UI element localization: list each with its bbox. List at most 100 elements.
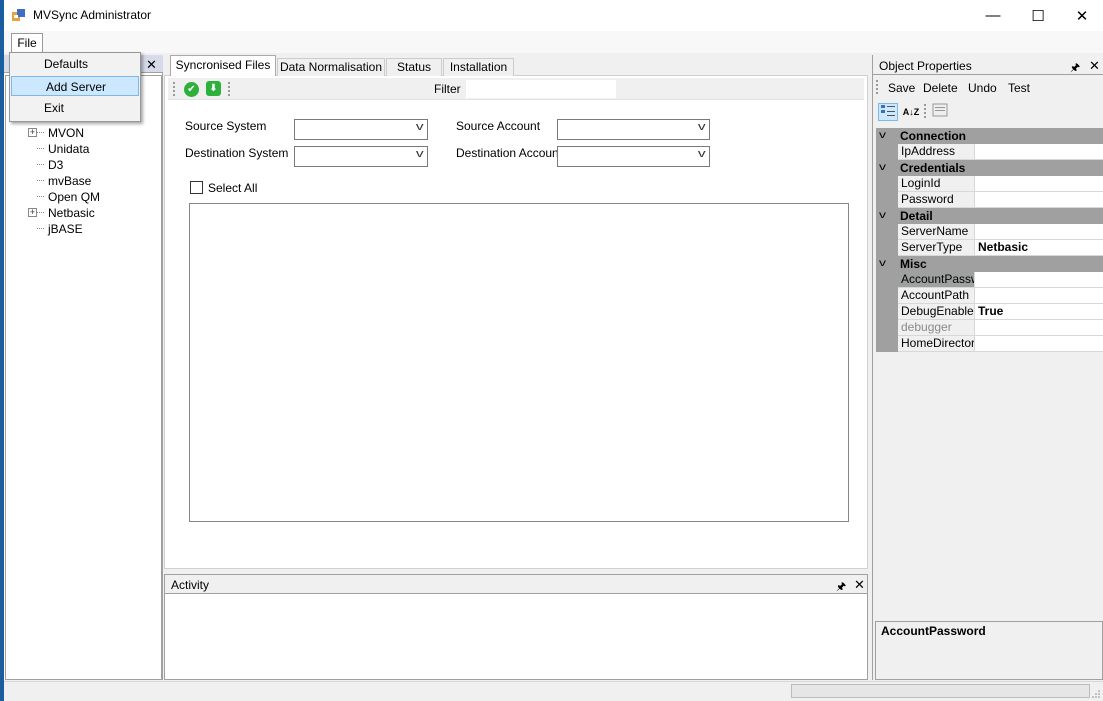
property-name[interactable]: Password xyxy=(898,192,975,208)
source-system-select[interactable]: v xyxy=(294,119,428,140)
property-description-title: AccountPassword xyxy=(881,624,986,638)
test-button[interactable]: Test xyxy=(1008,81,1030,95)
categorized-icon[interactable] xyxy=(878,103,898,121)
property-name[interactable]: HomeDirectory xyxy=(898,336,975,352)
pin-icon[interactable]: 🖈 xyxy=(836,578,846,597)
save-button[interactable]: Save xyxy=(888,81,915,95)
row-margin xyxy=(876,304,898,320)
destination-system-select[interactable]: v xyxy=(294,146,428,167)
property-value[interactable] xyxy=(975,336,1103,352)
property-name[interactable]: AccountPath xyxy=(898,288,975,304)
property-value[interactable] xyxy=(975,176,1103,192)
app-icon xyxy=(12,8,26,22)
tree-connector xyxy=(37,164,44,165)
minimize-button[interactable]: — xyxy=(970,0,1016,31)
destination-account-select[interactable]: v xyxy=(557,146,710,167)
chevron-down-icon[interactable]: v xyxy=(879,258,886,269)
row-margin xyxy=(876,144,898,160)
source-system-label: Source System xyxy=(185,119,267,133)
property-value[interactable] xyxy=(975,288,1103,304)
server-tree-close-icon[interactable]: ✕ xyxy=(146,57,157,73)
menu-bar xyxy=(4,31,1103,53)
files-list[interactable] xyxy=(189,203,849,522)
row-margin xyxy=(876,320,898,336)
filter-input[interactable] xyxy=(466,80,616,98)
tab-syncronised-files[interactable]: Syncronised Files xyxy=(170,55,276,76)
source-account-label: Source Account xyxy=(456,119,541,133)
toolbar-separator xyxy=(924,104,926,118)
toolbar-grip xyxy=(876,80,878,94)
property-value[interactable] xyxy=(975,320,1103,336)
properties-title: Object Properties xyxy=(879,59,972,73)
property-value[interactable] xyxy=(975,224,1103,240)
server-tree[interactable] xyxy=(5,75,162,680)
tree-connector xyxy=(37,212,44,213)
window-title: MVSync Administrator xyxy=(33,8,152,22)
tree-item-openqm[interactable]: Open QM xyxy=(48,190,100,204)
tree-item-jbase[interactable]: jBASE xyxy=(48,222,83,236)
row-margin xyxy=(876,288,898,304)
chevron-down-icon: v xyxy=(697,148,706,160)
maximize-icon: ☐ xyxy=(1031,7,1045,25)
category-label: Credentials xyxy=(900,161,966,175)
menu-item-exit[interactable]: Exit xyxy=(10,98,140,118)
file-menu[interactable]: File xyxy=(11,33,43,53)
resize-grip-icon[interactable] xyxy=(1092,688,1101,698)
undo-button[interactable]: Undo xyxy=(968,81,997,95)
chevron-down-icon[interactable]: v xyxy=(879,130,886,141)
tree-item-mvbase[interactable]: mvBase xyxy=(48,174,91,188)
tree-connector xyxy=(37,180,44,181)
chevron-down-icon[interactable]: v xyxy=(879,162,886,173)
category-label: Misc xyxy=(900,257,927,271)
close-button[interactable]: ✕ xyxy=(1059,0,1103,31)
tab-installation[interactable]: Installation xyxy=(443,58,514,76)
property-name-selected[interactable]: AccountPassword xyxy=(898,272,975,288)
menu-item-add-server[interactable]: Add Server xyxy=(11,76,139,96)
accept-icon[interactable]: ✔ xyxy=(184,82,199,97)
pin-icon[interactable]: 🖈 xyxy=(1070,59,1080,78)
source-account-select[interactable]: v xyxy=(557,119,710,140)
tab-status[interactable]: Status xyxy=(386,58,442,76)
property-name[interactable]: DebugEnabled xyxy=(898,304,975,320)
activity-header xyxy=(165,575,867,594)
download-icon[interactable]: ⬇ xyxy=(206,81,221,96)
properties-close-icon[interactable]: ✕ xyxy=(1089,58,1100,74)
property-name[interactable]: LoginId xyxy=(898,176,975,192)
property-value[interactable] xyxy=(975,144,1103,160)
close-icon: ✕ xyxy=(1075,7,1089,25)
tree-item-unidata[interactable]: Unidata xyxy=(48,142,89,156)
select-all-label[interactable]: Select All xyxy=(208,181,257,195)
maximize-button[interactable]: ☐ xyxy=(1015,0,1061,31)
property-name[interactable]: IpAddress xyxy=(898,144,975,160)
category-label: Detail xyxy=(900,209,933,223)
row-margin xyxy=(876,176,898,192)
tree-item-mvon[interactable]: MVON xyxy=(48,126,84,140)
property-name[interactable]: ServerType xyxy=(898,240,975,256)
tree-item-d3[interactable]: D3 xyxy=(48,158,63,172)
category-label: Connection xyxy=(900,129,966,143)
tree-item-netbasic[interactable]: Netbasic xyxy=(48,206,95,220)
tab-data-normalisation[interactable]: Data Normalisation xyxy=(277,58,385,76)
expand-icon[interactable]: + xyxy=(28,128,37,137)
chevron-down-icon: v xyxy=(415,121,424,133)
property-value[interactable]: Netbasic xyxy=(975,240,1103,256)
menu-item-defaults[interactable]: Defaults xyxy=(10,54,140,74)
select-all-checkbox[interactable] xyxy=(190,181,203,194)
row-margin xyxy=(876,224,898,240)
minimize-icon: — xyxy=(985,7,1001,24)
property-pages-icon[interactable] xyxy=(930,103,950,121)
property-value[interactable] xyxy=(975,192,1103,208)
row-margin xyxy=(876,240,898,256)
chevron-down-icon[interactable]: v xyxy=(879,210,886,221)
property-value[interactable] xyxy=(975,272,1103,288)
activity-close-icon[interactable]: ✕ xyxy=(854,577,865,593)
expand-icon[interactable]: + xyxy=(28,208,37,217)
toolbar-separator xyxy=(228,82,230,96)
activity-title: Activity xyxy=(171,578,210,592)
tree-connector xyxy=(37,228,44,229)
property-value[interactable]: True xyxy=(975,304,1103,320)
property-name[interactable]: ServerName xyxy=(898,224,975,240)
sort-alphabetical-icon[interactable]: A↓Z xyxy=(901,103,921,121)
property-name-readonly[interactable]: debugger xyxy=(898,320,975,336)
delete-button[interactable]: Delete xyxy=(923,81,958,95)
